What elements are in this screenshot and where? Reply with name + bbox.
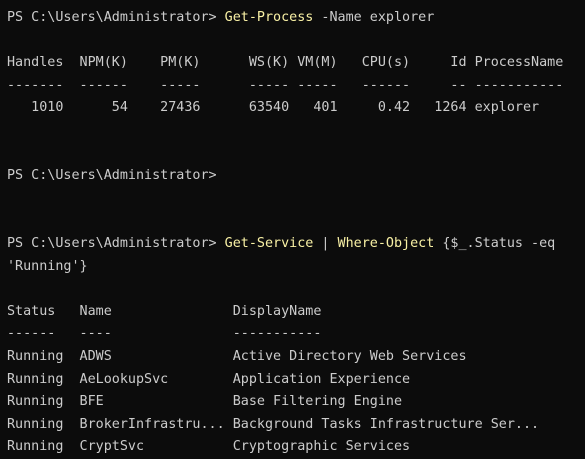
service-table-separator: ------ ---- ----------- <box>7 326 322 342</box>
prompt: PS C:\Users\Administrator> <box>7 10 225 25</box>
arg-explorer: explorer <box>361 10 435 25</box>
terminal-output[interactable]: PS C:\Users\Administrator> Get-Process -… <box>7 7 585 456</box>
command-line-empty: PS C:\Users\Administrator> <box>7 165 585 188</box>
service-table-row: Running BrokerInfrastru... Background Ta… <box>7 416 540 432</box>
script-block-start: {$_.Status -eq <box>434 235 556 251</box>
cmdlet-get-service: Get-Service <box>224 235 314 251</box>
command-line-get-service: PS C:\Users\Administrator> Get-Service |… <box>7 233 585 256</box>
service-table-header: Status Name DisplayName <box>7 303 322 319</box>
pipe-operator: | <box>313 235 338 251</box>
script-block-continuation: 'Running'} <box>7 258 88 274</box>
prompt: PS C:\Users\Administrator> <box>7 168 225 184</box>
cmdlet-where-object: Where-Object <box>337 235 435 251</box>
process-table-header: Handles NPM(K) PM(K) WS(K) VM(M) CPU(s) … <box>7 55 564 71</box>
service-table-row: Running BFE Base Filtering Engine <box>7 394 403 410</box>
prompt: PS C:\Users\Administrator> <box>7 235 225 251</box>
command-line-get-process: PS C:\Users\Administrator> Get-Process -… <box>7 7 585 30</box>
service-table-row: Running CryptSvc Cryptographic Services <box>7 439 411 455</box>
service-table-row: Running AeLookupSvc Application Experien… <box>7 371 411 387</box>
param-name: -Name <box>313 10 362 25</box>
service-table-row: Running ADWS Active Directory Web Servic… <box>7 348 467 364</box>
process-table-separator: ------- ------ ----- ----- ----- ------ … <box>7 77 564 93</box>
cmdlet-get-process: Get-Process <box>224 10 314 25</box>
process-table-row: 1010 54 27436 63540 401 0.42 1264 explor… <box>7 100 540 116</box>
